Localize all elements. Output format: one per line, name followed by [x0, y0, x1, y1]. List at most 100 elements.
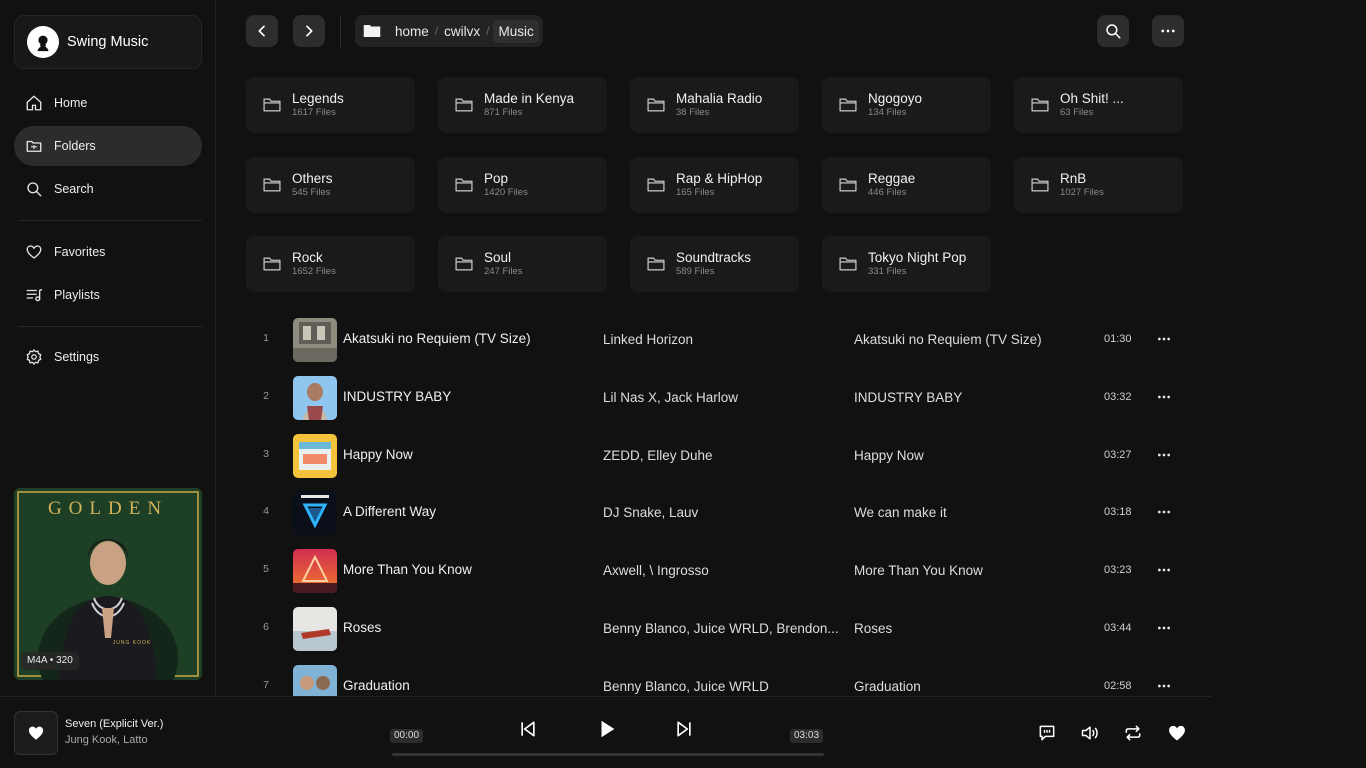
track-duration: 02:58 — [1104, 679, 1132, 692]
folder-card[interactable]: Ngogoyo 134 Files — [822, 77, 991, 133]
volume-button[interactable] — [1078, 721, 1102, 745]
track-title[interactable]: Akatsuki no Requiem (TV Size) — [343, 331, 531, 346]
favorite-toggle-button[interactable] — [14, 711, 58, 755]
track-title[interactable]: A Different Way — [343, 504, 436, 519]
folder-file-count: 545 Files — [292, 186, 331, 198]
repeat-button[interactable] — [1121, 721, 1145, 745]
more-horizontal-icon — [1158, 568, 1170, 572]
track-title[interactable]: INDUSTRY BABY — [343, 389, 451, 404]
forward-button[interactable] — [293, 15, 325, 47]
sidebar-item-folders[interactable]: Folders — [14, 126, 202, 166]
track-artist[interactable]: Benny Blanco, Juice WRLD — [603, 679, 769, 694]
track-row[interactable]: 3 Happy Now ZEDD, Elley Duhe Happy Now 03:27 — [246, 427, 1186, 485]
track-artist[interactable]: Linked Horizon — [603, 332, 693, 347]
folder-icon — [647, 257, 665, 271]
track-more-button[interactable] — [1152, 558, 1176, 582]
track-thumbnail[interactable] — [293, 491, 337, 536]
track-row[interactable]: 6 Roses Benny Blanco, Juice WRLD, Brendon.… — [246, 600, 1186, 658]
favorite-button[interactable] — [1165, 721, 1189, 745]
track-more-button[interactable] — [1152, 616, 1176, 640]
track-album[interactable]: Happy Now — [854, 448, 924, 463]
track-row[interactable]: 5 More Than You Know Axwell, \ Ingrosso Mor… — [246, 542, 1186, 600]
folder-card[interactable]: Mahalia Radio 38 Files — [630, 77, 799, 133]
sidebar-item-favorites[interactable]: Favorites — [14, 232, 202, 272]
sidebar-item-playlists[interactable]: Playlists — [14, 275, 202, 315]
track-thumbnail[interactable] — [293, 433, 337, 478]
track-album[interactable]: More Than You Know — [854, 563, 983, 578]
track-title[interactable]: Graduation — [343, 678, 410, 693]
track-title[interactable]: Roses — [343, 620, 381, 635]
folder-text: Legends 1617 Files — [292, 91, 344, 119]
repeat-icon — [1125, 725, 1141, 741]
track-album[interactable]: Graduation — [854, 679, 921, 694]
track-artist[interactable]: ZEDD, Elley Duhe — [603, 448, 713, 463]
track-row[interactable]: 4 A Different Way DJ Snake, Lauv We can mak… — [246, 484, 1186, 542]
track-thumbnail[interactable] — [293, 549, 337, 594]
folder-name: Soundtracks — [676, 250, 752, 265]
breadcrumb-item-current[interactable]: Music — [493, 19, 539, 43]
track-artist[interactable]: DJ Snake, Lauv — [603, 505, 698, 520]
track-more-button[interactable] — [1152, 385, 1176, 409]
sidebar-divider — [18, 220, 202, 221]
track-album[interactable]: Akatsuki no Requiem (TV Size) — [854, 332, 1042, 347]
breadcrumb-item-cwilvx[interactable]: cwilvx — [438, 24, 486, 39]
folder-file-count: 38 Files — [676, 107, 710, 118]
track-title[interactable]: Happy Now — [343, 447, 413, 462]
folder-file-count: 134 Files — [868, 107, 907, 118]
sidebar-item-home[interactable]: Home — [14, 83, 202, 123]
folder-icon[interactable] — [363, 23, 381, 39]
track-more-button[interactable] — [1152, 674, 1176, 698]
seek-bar[interactable] — [392, 753, 824, 756]
folder-name: Legends — [292, 91, 344, 106]
breadcrumb-item-home[interactable]: home — [389, 24, 435, 39]
search-icon — [27, 182, 42, 197]
more-horizontal-icon — [1158, 684, 1170, 688]
play-button[interactable] — [594, 716, 620, 742]
search-button[interactable] — [1097, 15, 1129, 47]
track-thumbnail[interactable] — [293, 318, 337, 362]
track-artist[interactable]: Axwell, \ Ingrosso — [603, 563, 709, 578]
sidebar-item-search[interactable]: Search — [14, 169, 202, 209]
folder-card[interactable]: Rap & HipHop 165 Files — [630, 156, 799, 213]
folder-card[interactable]: Reggae 446 Files — [822, 156, 991, 213]
folder-card[interactable]: Tokyo Night Pop 331 Files — [822, 236, 991, 292]
folder-card[interactable]: Made in Kenya 871 Files — [438, 77, 607, 133]
folder-card[interactable]: Others 545 Files — [246, 156, 415, 213]
track-row[interactable]: 2 INDUSTRY BABY Lil Nas X, Jack Harlow INDU… — [246, 369, 1186, 427]
track-index: 4 — [263, 505, 269, 518]
folder-card[interactable]: Soul 247 Files — [438, 236, 607, 292]
track-title[interactable]: More Than You Know — [343, 562, 472, 577]
back-button[interactable] — [246, 15, 278, 47]
brand-header[interactable]: Swing Music — [14, 15, 202, 69]
track-album[interactable]: INDUSTRY BABY — [854, 390, 962, 405]
now-playing-title[interactable]: Seven (Explicit Ver.) — [65, 718, 163, 730]
sidebar-item-settings[interactable]: Settings — [14, 337, 202, 377]
track-album[interactable]: Roses — [854, 621, 892, 636]
folder-text: RnB 1027 Files — [1060, 171, 1104, 199]
folder-card[interactable]: RnB 1027 Files — [1014, 156, 1183, 213]
track-album[interactable]: We can make it — [854, 505, 947, 520]
previous-button[interactable] — [516, 717, 540, 741]
track-thumbnail[interactable] — [293, 375, 337, 420]
breadcrumb-separator: / — [486, 24, 490, 38]
next-button[interactable] — [672, 717, 696, 741]
now-playing-artist[interactable]: Jung Kook, Latto — [65, 734, 148, 746]
track-more-button[interactable] — [1152, 500, 1176, 524]
folder-card[interactable]: Rock 1652 Files — [246, 236, 415, 292]
track-row[interactable]: 1 Akatsuki no Requiem (TV Size) Linked Hor… — [246, 311, 1186, 369]
folder-text: Soundtracks 589 Files — [676, 250, 751, 278]
track-more-button[interactable] — [1152, 327, 1176, 351]
folder-card[interactable]: Pop 1420 Files — [438, 156, 607, 213]
folder-name: Mahalia Radio — [676, 91, 763, 106]
folder-file-count: 589 Files — [676, 266, 715, 277]
lyrics-button[interactable] — [1035, 721, 1059, 745]
track-thumbnail[interactable] — [293, 607, 337, 651]
track-artist[interactable]: Benny Blanco, Juice WRLD, Brendon... — [603, 621, 839, 636]
folder-card[interactable]: Soundtracks 589 Files — [630, 236, 799, 292]
heart-icon — [28, 726, 44, 740]
more-options-button[interactable] — [1152, 15, 1184, 47]
folder-card[interactable]: Legends 1617 Files — [246, 77, 415, 133]
track-artist[interactable]: Lil Nas X, Jack Harlow — [603, 390, 738, 405]
folder-card[interactable]: Oh Shit! ... 63 Files — [1014, 77, 1183, 133]
track-more-button[interactable] — [1152, 443, 1176, 467]
